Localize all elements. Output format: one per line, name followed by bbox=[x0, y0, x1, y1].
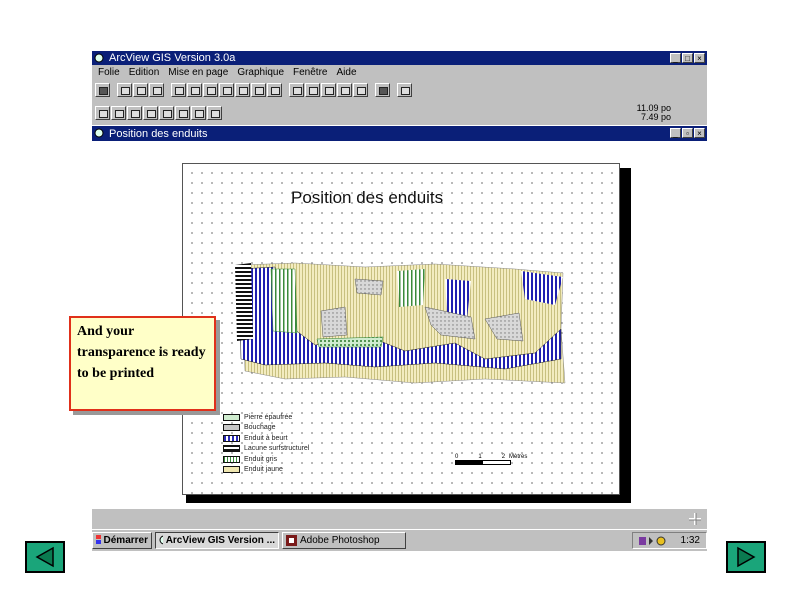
scale-tick-0: 0 bbox=[455, 454, 459, 460]
print-button[interactable] bbox=[375, 83, 390, 97]
next-slide-button[interactable] bbox=[726, 541, 766, 573]
menu-help[interactable]: Aide bbox=[336, 67, 356, 78]
zoom-out-tool[interactable] bbox=[143, 106, 158, 120]
ungroup-button[interactable] bbox=[235, 83, 250, 97]
task-arcview[interactable]: ArcView GIS Version ... bbox=[155, 532, 279, 549]
tray-clock: 1:32 bbox=[680, 535, 700, 546]
app-title-bar[interactable]: ArcView GIS Version 3.0a _ □ × bbox=[92, 51, 707, 65]
windows-taskbar: Démarrer ArcView GIS Version ... Adobe P… bbox=[92, 529, 707, 551]
minimize-icon[interactable]: _ bbox=[670, 53, 681, 63]
callout-note: And your transparence is ready to be pri… bbox=[69, 316, 216, 411]
legend-item: Enduit jaune bbox=[223, 465, 309, 476]
layout-window-title-bar[interactable]: Position des enduits _ ▫ × bbox=[92, 126, 707, 141]
legend-swatch-jaune bbox=[223, 466, 240, 474]
frame-tool[interactable] bbox=[207, 106, 222, 120]
save-button[interactable] bbox=[95, 83, 110, 97]
arrow-right-icon bbox=[737, 546, 756, 568]
arcview-icon bbox=[94, 53, 105, 64]
draw-tool[interactable] bbox=[191, 106, 206, 120]
send-back-button[interactable] bbox=[267, 83, 282, 97]
tray-icons[interactable] bbox=[639, 535, 667, 547]
map-zone-enduit-gris-2[interactable] bbox=[397, 269, 425, 307]
paste-button[interactable] bbox=[149, 83, 164, 97]
photoshop-task-icon bbox=[286, 535, 297, 546]
callout-text: And your transparence is ready to be pri… bbox=[77, 324, 206, 381]
page-setup-button[interactable] bbox=[187, 83, 202, 97]
pan-tool[interactable] bbox=[159, 106, 174, 120]
map-frame[interactable] bbox=[235, 259, 569, 387]
cut-button[interactable] bbox=[117, 83, 132, 97]
layout-icon bbox=[94, 128, 105, 139]
layout-restore-icon[interactable]: ▫ bbox=[682, 128, 693, 138]
help-button[interactable] bbox=[397, 83, 412, 97]
close-icon[interactable]: × bbox=[694, 53, 705, 63]
start-button[interactable]: Démarrer bbox=[92, 532, 152, 549]
copy-button[interactable] bbox=[133, 83, 148, 97]
zoom-in-button[interactable] bbox=[305, 83, 320, 97]
frame-button[interactable] bbox=[203, 83, 218, 97]
text-tool[interactable] bbox=[175, 106, 190, 120]
map-zone-enduit-gris[interactable] bbox=[270, 268, 298, 334]
zoom-page-button[interactable] bbox=[353, 83, 368, 97]
menu-graphics[interactable]: Graphique bbox=[237, 67, 284, 78]
legend-item: Lacune surfstructurel bbox=[223, 444, 309, 455]
legend-item: Bouchage bbox=[223, 423, 309, 434]
map-title: Position des enduits bbox=[291, 188, 444, 207]
map-zone-lacune[interactable] bbox=[235, 263, 253, 341]
legend-swatch-pierre bbox=[223, 413, 240, 421]
map-legend[interactable]: Pierre épaufrée Bouchage Enduit à beurt … bbox=[223, 412, 309, 475]
app-title: ArcView GIS Version 3.0a bbox=[109, 52, 236, 64]
status-bar bbox=[92, 509, 707, 529]
legend-item: Enduit à beurt bbox=[223, 433, 309, 444]
menu-layout[interactable]: Mise en page bbox=[168, 67, 228, 78]
zoom-in-tool[interactable] bbox=[127, 106, 142, 120]
system-tray: 1:32 bbox=[632, 532, 707, 549]
menu-edit[interactable]: Edition bbox=[129, 67, 160, 78]
group-button[interactable] bbox=[219, 83, 234, 97]
arcview-task-icon bbox=[159, 535, 163, 545]
pointer-tool[interactable] bbox=[95, 106, 110, 120]
legend-swatch-beurt bbox=[223, 434, 240, 442]
map-zone-pierre-epaufree[interactable] bbox=[316, 336, 384, 348]
arrow-left-icon bbox=[35, 546, 54, 568]
properties-button[interactable] bbox=[171, 83, 186, 97]
task-photoshop[interactable]: Adobe Photoshop bbox=[282, 532, 406, 549]
prev-slide-button[interactable] bbox=[25, 541, 65, 573]
zoom-actual-button[interactable] bbox=[337, 83, 352, 97]
resize-grip-icon[interactable] bbox=[689, 513, 701, 525]
zoom-full-button[interactable] bbox=[289, 83, 304, 97]
menu-bar: Folie Edition Mise en page Graphique Fen… bbox=[92, 65, 707, 79]
scale-bar-graphic bbox=[455, 460, 511, 465]
maximize-icon[interactable]: □ bbox=[682, 53, 693, 63]
layout-page[interactable]: Position des enduits Pierre épaufrée Bou… bbox=[182, 163, 620, 495]
menu-window[interactable]: Fenêtre bbox=[293, 67, 327, 78]
windows-logo-icon bbox=[96, 535, 101, 544]
layout-minimize-icon[interactable]: _ bbox=[670, 128, 681, 138]
legend-swatch-gris bbox=[223, 455, 240, 463]
scale-tick-1: 1 bbox=[478, 454, 482, 460]
bring-front-button[interactable] bbox=[251, 83, 266, 97]
coordinate-readout: 11.09 po 7.49 po bbox=[637, 104, 671, 122]
coord-y: 7.49 po bbox=[640, 112, 671, 122]
zoom-out-button[interactable] bbox=[321, 83, 336, 97]
button-bar bbox=[92, 79, 707, 101]
layout-window-title: Position des enduits bbox=[109, 127, 208, 140]
legend-item: Pierre épaufrée bbox=[223, 412, 309, 423]
menu-file[interactable]: Folie bbox=[98, 67, 120, 78]
legend-swatch-lacune bbox=[223, 445, 240, 453]
tool-bar: 11.09 po 7.49 po bbox=[92, 101, 707, 125]
legend-swatch-bouchage bbox=[223, 424, 240, 432]
vertex-edit-tool[interactable] bbox=[111, 106, 126, 120]
legend-item: Enduit gris bbox=[223, 454, 309, 465]
scale-tick-2: 2 bbox=[501, 454, 506, 460]
scale-unit: Mètres bbox=[509, 454, 528, 460]
layout-close-icon[interactable]: × bbox=[694, 128, 705, 138]
scale-bar[interactable]: 0 1 2 Mètres bbox=[455, 454, 527, 465]
